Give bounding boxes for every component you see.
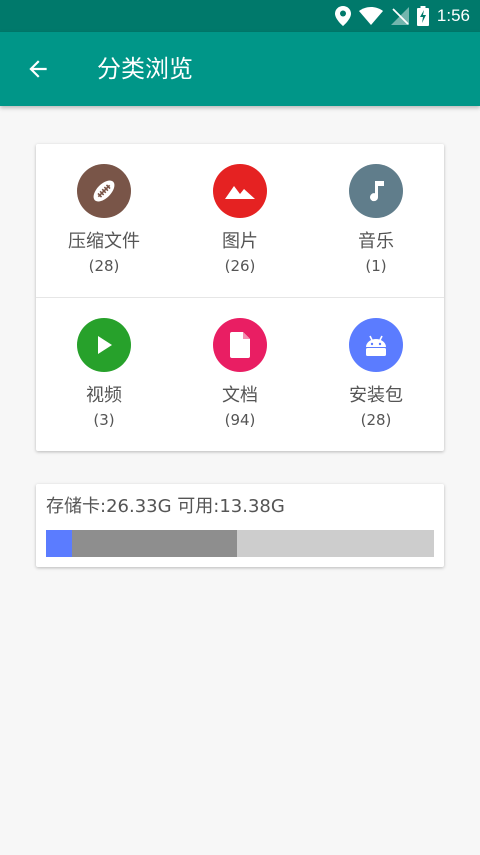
category-row: 视频 (3) 文档 (94) 安装包 (28) [36,298,444,451]
location-icon [334,6,351,26]
category-count: (26) [224,257,256,275]
archive-football-icon [77,164,131,218]
android-icon [349,318,403,372]
category-document[interactable]: 文档 (94) [172,298,308,451]
image-mountain-icon [213,164,267,218]
storage-card[interactable]: 存储卡:26.33G 可用:13.38G [36,484,444,567]
category-count: (28) [360,411,392,429]
music-note-icon [349,164,403,218]
storage-info: 存储卡:26.33G 可用:13.38G [46,496,285,517]
category-count: (1) [365,257,387,275]
app-bar: 分类浏览 [0,32,480,106]
storage-usage-bar [46,530,434,557]
category-row: 压缩文件 (28) 图片 (26) 音乐 (1) [36,144,444,297]
arrow-back-icon [29,60,47,78]
category-music[interactable]: 音乐 (1) [308,144,444,297]
status-time: 1:56 [436,6,470,25]
status-bar: 1:56 [0,0,480,32]
back-button[interactable] [14,45,62,93]
document-icon [213,318,267,372]
category-label: 压缩文件 [68,231,140,252]
no-signal-icon [390,7,409,25]
wifi-icon [358,7,383,25]
category-card: 压缩文件 (28) 图片 (26) 音乐 (1) 视频 (3) 文档 (94) … [36,144,444,451]
category-count: (94) [224,411,256,429]
category-count: (28) [88,257,120,275]
category-label: 安装包 [349,385,403,406]
category-image[interactable]: 图片 (26) [172,144,308,297]
category-apk[interactable]: 安装包 (28) [308,298,444,451]
status-icons: 1:56 [327,5,470,27]
battery-charging-icon [416,6,429,26]
storage-segment-used [72,530,237,557]
category-label: 图片 [222,231,258,252]
video-play-icon [77,318,131,372]
category-archive[interactable]: 压缩文件 (28) [36,144,172,297]
storage-segment-highlight [46,530,72,557]
page-title: 分类浏览 [97,55,193,83]
category-video[interactable]: 视频 (3) [36,298,172,451]
category-label: 视频 [86,385,122,406]
category-count: (3) [93,411,115,429]
category-label: 文档 [222,385,258,406]
category-label: 音乐 [358,231,394,252]
